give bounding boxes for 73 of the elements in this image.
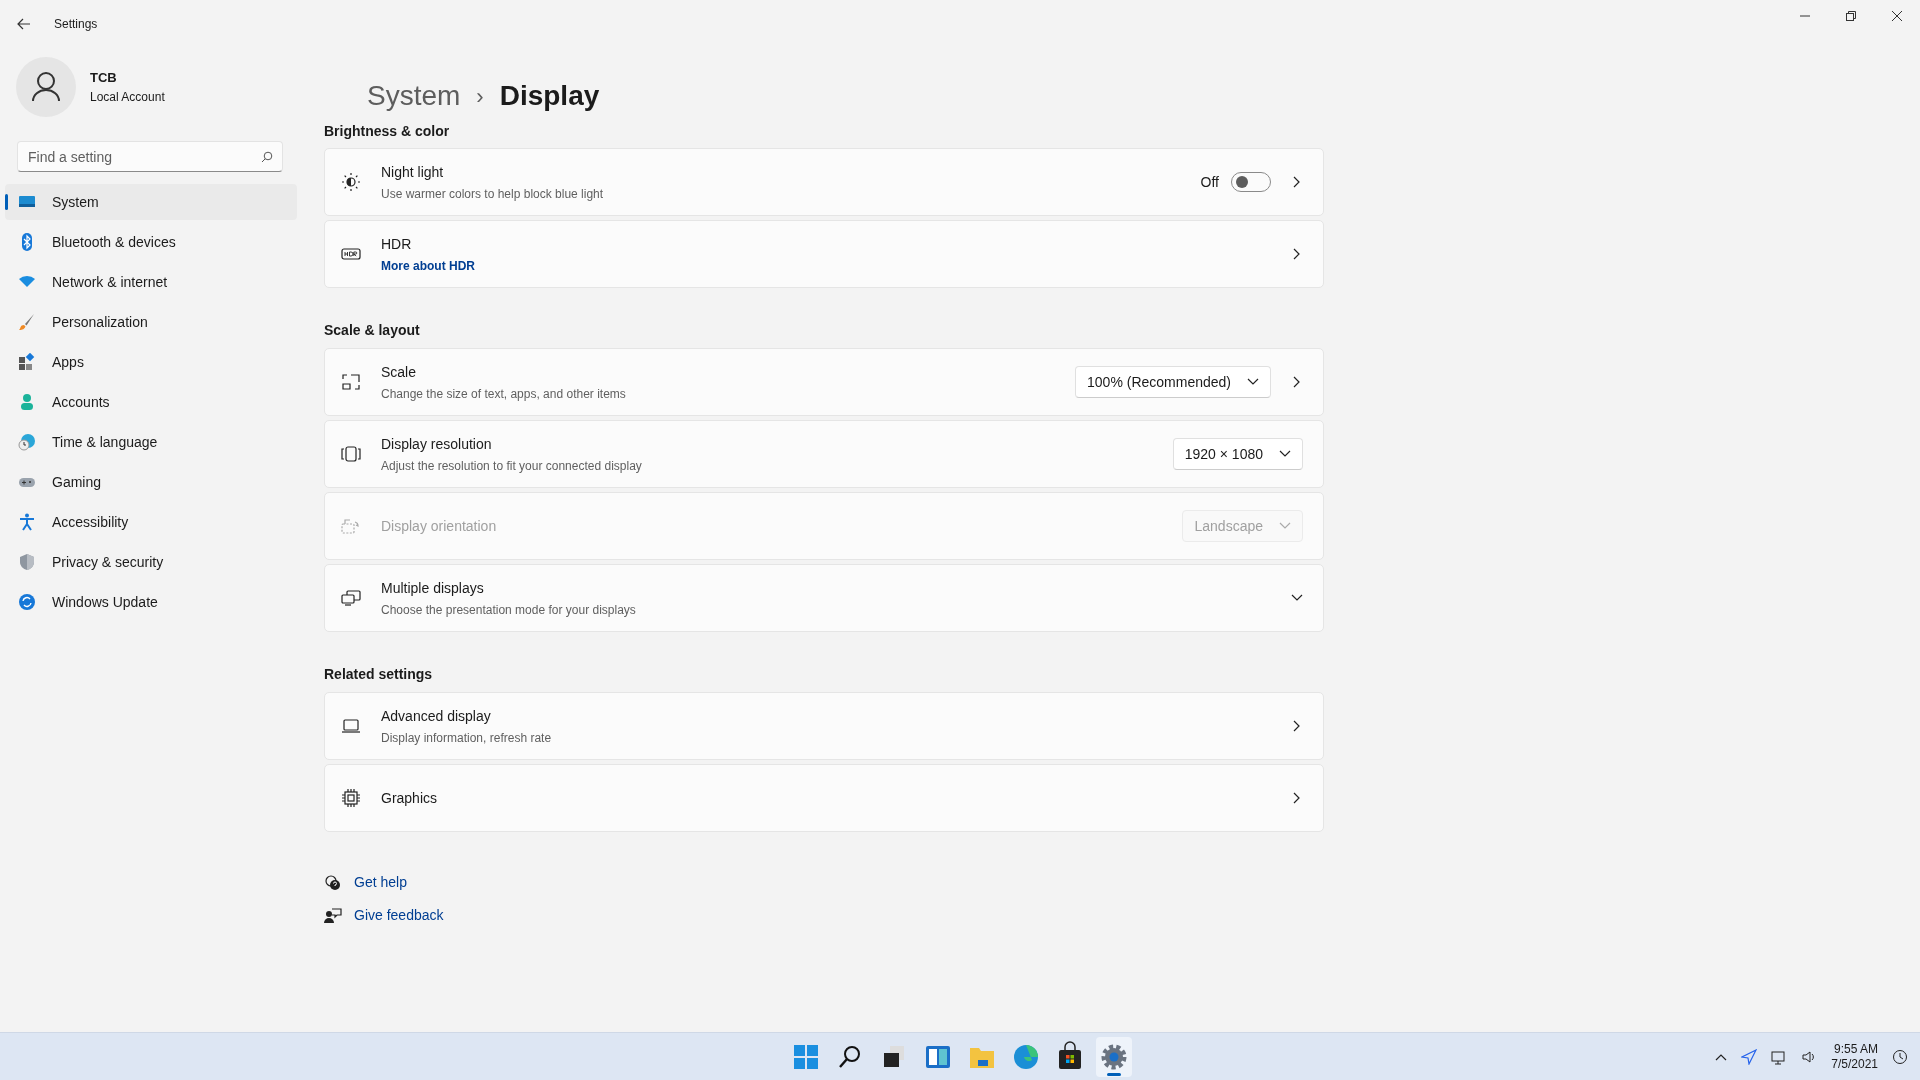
chip-icon xyxy=(341,788,361,808)
dropdown: Landscape xyxy=(1182,510,1303,542)
setting-description: Adjust the resolution to fit your connected display xyxy=(381,457,643,475)
feedback-icon xyxy=(324,906,342,925)
restore-icon xyxy=(1846,11,1856,21)
search-field[interactable]: Find a setting xyxy=(17,141,283,172)
breadcrumb-link[interactable]: System xyxy=(367,75,461,117)
learn-more-link[interactable]: More about HDR xyxy=(381,256,1271,275)
setting-description: Choose the presentation mode for your displays xyxy=(381,601,637,619)
brightness-icon xyxy=(341,172,361,192)
laptop-icon xyxy=(341,716,361,736)
account-type: Local Account xyxy=(90,88,165,106)
section-heading: Related settings xyxy=(324,664,434,684)
page-title: Display xyxy=(499,79,600,113)
globe-clock-icon xyxy=(18,433,36,451)
dropdown[interactable]: 100% (Recommended) xyxy=(1075,366,1271,398)
setting-title: HDR xyxy=(381,234,413,254)
nav-item[interactable]: Apps xyxy=(5,344,297,380)
nav-item[interactable]: System xyxy=(5,184,297,220)
chevron-up-icon[interactable] xyxy=(1715,1053,1728,1061)
search-icon[interactable] xyxy=(261,151,273,163)
nav-item[interactable]: Personalization xyxy=(5,304,297,340)
setting-card[interactable]: HDR More about HDR xyxy=(324,220,1324,288)
setting-title: Display resolution xyxy=(381,434,493,454)
setting-card[interactable]: Advanced display Display information, refresh rate xyxy=(324,692,1324,760)
help-link[interactable]: Give feedback xyxy=(354,905,444,926)
breadcrumb-separator: › xyxy=(476,82,484,111)
close-icon xyxy=(1892,11,1902,21)
window-title: Settings xyxy=(54,16,98,33)
location-arrow-icon[interactable] xyxy=(1741,1049,1758,1065)
help-link[interactable]: Get help xyxy=(354,872,407,893)
setting-card[interactable]: Graphics xyxy=(324,764,1324,832)
setting-card[interactable]: Multiple displays Choose the presentation mode for your displays xyxy=(324,564,1324,632)
nav-item[interactable]: Gaming xyxy=(5,464,297,500)
nav-item[interactable]: Bluetooth & devices xyxy=(5,224,297,260)
orientation-icon xyxy=(341,516,361,536)
person-icon xyxy=(18,393,36,411)
nav-item[interactable]: Windows Update xyxy=(5,584,297,620)
back-icon[interactable] xyxy=(16,16,32,32)
setting-description: Use warmer colors to help block blue light xyxy=(381,185,605,203)
setting-description: Change the size of text, apps, and other items xyxy=(381,385,627,403)
setting-description: Display information, refresh rate xyxy=(381,729,553,747)
scale-icon xyxy=(341,372,361,392)
clock[interactable]: 9:55 AM 7/5/2021 xyxy=(1831,1042,1878,1072)
shield-icon xyxy=(18,553,36,571)
setting-card[interactable]: Scale Change the size of text, apps, and other items 100% (Recommended) xyxy=(324,348,1324,416)
accessibility-icon xyxy=(18,513,36,531)
help-icon xyxy=(324,873,342,892)
section-heading: Scale & layout xyxy=(324,320,421,340)
toggle-state-label: Off xyxy=(1200,172,1219,192)
setting-title: Advanced display xyxy=(381,706,492,726)
monitor-icon[interactable] xyxy=(1771,1049,1788,1065)
setting-card[interactable]: Night light Use warmer colors to help block blue light Off xyxy=(324,148,1324,216)
nav-item[interactable]: Accounts xyxy=(5,384,297,420)
setting-title: Multiple displays xyxy=(381,578,485,598)
apps-icon xyxy=(18,353,36,371)
setting-title: Scale xyxy=(381,362,418,382)
update-icon xyxy=(18,593,36,611)
setting-title: Display orientation xyxy=(381,516,498,536)
nav-item[interactable]: Privacy & security xyxy=(5,544,297,580)
account-name: TCB xyxy=(90,69,118,88)
resolution-icon xyxy=(341,444,361,464)
multiple-displays-icon xyxy=(341,588,361,608)
avatar-icon xyxy=(16,57,76,117)
setting-card[interactable]: Display resolution Adjust the resolution to fit your connected display 1920 × 1080 xyxy=(324,420,1324,488)
setting-title: Night light xyxy=(381,162,445,182)
setting-title: Graphics xyxy=(381,788,439,808)
section-heading: Brightness & color xyxy=(324,121,451,141)
nav-item[interactable]: Accessibility xyxy=(5,504,297,540)
dropdown[interactable]: 1920 × 1080 xyxy=(1172,438,1303,470)
notification-icon[interactable] xyxy=(1892,1049,1908,1065)
nav-item[interactable]: Network & internet xyxy=(5,264,297,300)
nav-item[interactable]: Time & language xyxy=(5,424,297,460)
